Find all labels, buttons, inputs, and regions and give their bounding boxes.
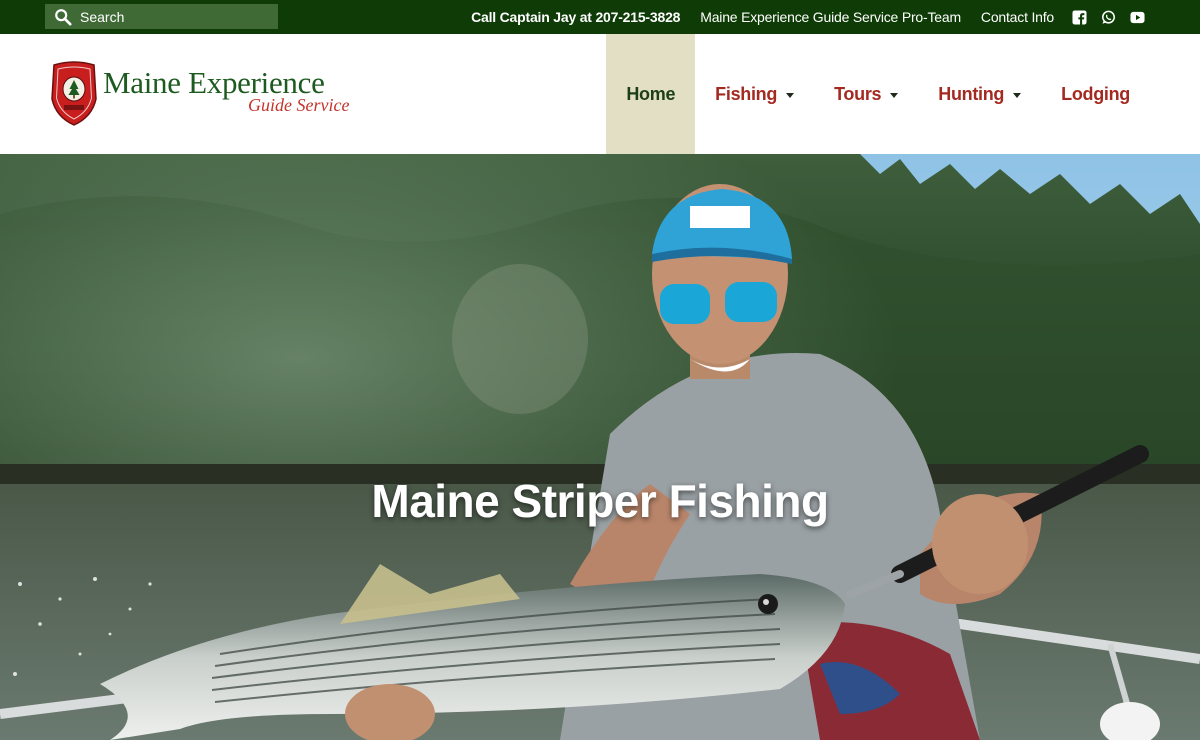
search-input[interactable] (80, 8, 270, 25)
nav-tours-label: Tours (834, 83, 882, 104)
whatsapp-icon[interactable] (1101, 10, 1116, 25)
nav-hunting[interactable]: Hunting (918, 34, 1041, 154)
nav-lodging-label: Lodging (1061, 83, 1130, 104)
chevron-down-icon (786, 93, 795, 98)
top-bar: Call Captain Jay at 207-215-3828 Maine E… (0, 0, 1200, 34)
logo-sub-text: Guide Service (248, 95, 350, 115)
nav-tours[interactable]: Tours (814, 34, 918, 154)
call-captain-link[interactable]: Call Captain Jay at 207-215-3828 (471, 9, 680, 25)
site-logo[interactable]: Maine Experience Guide Service (50, 61, 355, 129)
youtube-icon[interactable] (1130, 10, 1145, 25)
nav-home-label: Home (626, 83, 676, 104)
hero-title: Maine Striper Fishing (371, 475, 829, 527)
facebook-icon[interactable] (1072, 9, 1087, 25)
nav-lodging[interactable]: Lodging (1041, 34, 1150, 154)
nav-fishing[interactable]: Fishing (695, 34, 814, 154)
social-links (1072, 9, 1145, 25)
main-nav: Home Fishing Tours Hunting Lodging (606, 34, 1150, 154)
search-box[interactable] (45, 4, 278, 29)
nav-home[interactable]: Home (606, 34, 696, 154)
nav-hunting-label: Hunting (938, 83, 1005, 104)
contact-info-link[interactable]: Contact Info (981, 9, 1054, 25)
site-header: Maine Experience Guide Service Home Fish… (0, 34, 1200, 154)
nav-fishing-label: Fishing (715, 83, 778, 104)
shield-logo-icon (51, 61, 97, 126)
chevron-down-icon (1013, 93, 1022, 98)
hero-banner: Maine Striper Fishing (0, 154, 1200, 740)
search-icon (55, 8, 72, 26)
chevron-down-icon (890, 93, 899, 98)
pro-team-link[interactable]: Maine Experience Guide Service Pro-Team (700, 9, 961, 25)
top-links: Call Captain Jay at 207-215-3828 Maine E… (471, 0, 1145, 34)
hero-photo (0, 154, 1200, 740)
